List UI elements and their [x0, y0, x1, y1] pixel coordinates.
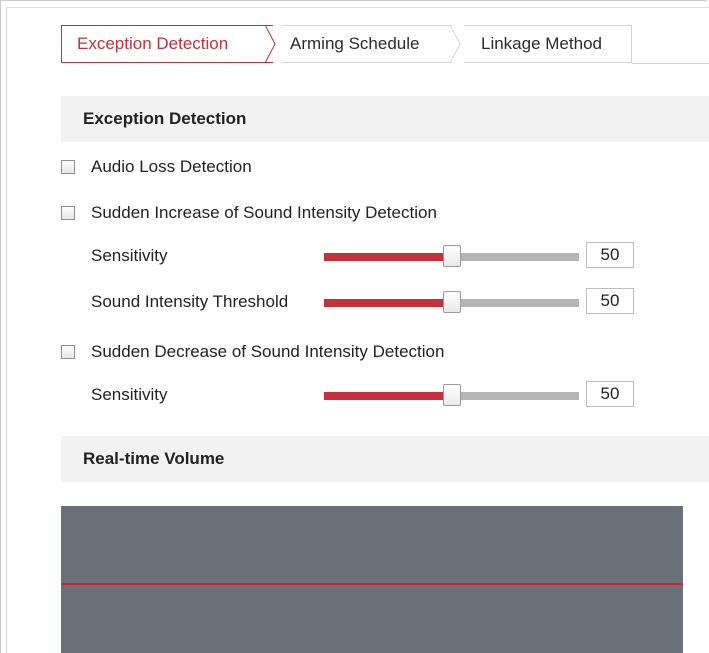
decrease-sensitivity-value[interactable]: 50	[586, 381, 634, 407]
audio-loss-label: Audio Loss Detection	[91, 157, 252, 176]
sudden-decrease-checkbox[interactable]	[61, 345, 75, 359]
section-title: Real-time Volume	[83, 449, 225, 468]
increase-sensitivity-label: Sensitivity	[91, 246, 168, 265]
section-title: Exception Detection	[83, 109, 247, 128]
volume-threshold-line	[61, 583, 683, 585]
threshold-label: Sound Intensity Threshold	[91, 292, 289, 311]
tab-label: Linkage Method	[481, 34, 602, 53]
tab-arrow-icon	[265, 25, 276, 63]
decrease-sensitivity-slider[interactable]	[324, 384, 579, 406]
sudden-increase-row: Sudden Increase of Sound Intensity Detec…	[61, 203, 437, 223]
section-header-exception: Exception Detection	[61, 96, 709, 142]
sudden-increase-label: Sudden Increase of Sound Intensity Detec…	[91, 203, 437, 222]
threshold-slider[interactable]	[324, 291, 579, 313]
increase-sensitivity-slider[interactable]	[324, 245, 579, 267]
threshold-value[interactable]: 50	[586, 288, 634, 314]
tab-exception-detection[interactable]: Exception Detection	[61, 25, 273, 63]
sudden-increase-checkbox[interactable]	[61, 206, 75, 220]
decrease-sensitivity-label: Sensitivity	[91, 385, 168, 404]
increase-sensitivity-value[interactable]: 50	[586, 242, 634, 268]
tab-arrow-icon	[450, 25, 461, 63]
slider-thumb[interactable]	[442, 291, 461, 313]
tab-label: Exception Detection	[77, 34, 229, 53]
volume-meter-panel	[61, 506, 683, 653]
slider-fill	[324, 253, 452, 261]
tab-bar: Exception Detection Arming Schedule Link…	[61, 25, 709, 65]
decrease-sensitivity-row: Sensitivity 50	[91, 381, 651, 411]
audio-loss-checkbox[interactable]	[61, 160, 75, 174]
tab-baseline	[632, 63, 709, 64]
slider-thumb[interactable]	[442, 384, 461, 406]
tab-label: Arming Schedule	[290, 34, 420, 53]
slider-thumb[interactable]	[442, 245, 461, 267]
threshold-row: Sound Intensity Threshold 50	[91, 288, 651, 318]
slider-fill	[324, 392, 452, 400]
section-header-volume: Real-time Volume	[61, 436, 709, 482]
slider-fill	[324, 299, 452, 307]
sudden-decrease-row: Sudden Decrease of Sound Intensity Detec…	[61, 342, 444, 362]
increase-sensitivity-row: Sensitivity 50	[91, 242, 651, 272]
tab-arming-schedule[interactable]: Arming Schedule	[281, 25, 451, 63]
tab-linkage-method[interactable]: Linkage Method	[464, 25, 632, 63]
sudden-decrease-label: Sudden Decrease of Sound Intensity Detec…	[91, 342, 445, 361]
audio-loss-row: Audio Loss Detection	[61, 157, 252, 177]
